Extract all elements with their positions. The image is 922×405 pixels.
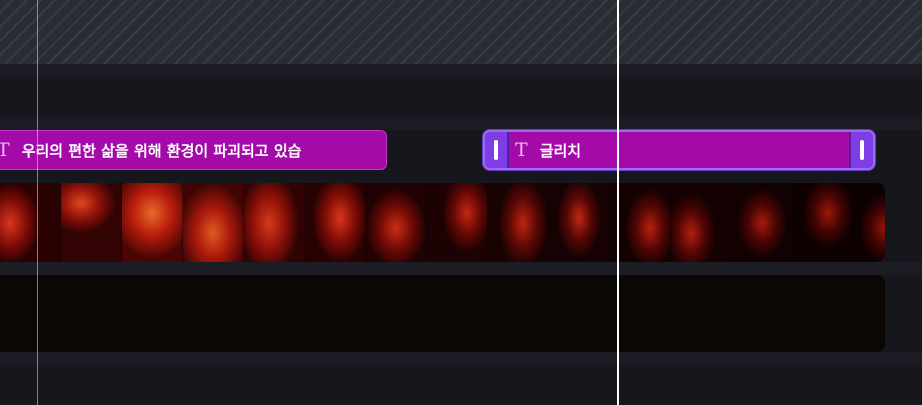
text-clip-label: 우리의 편한 삶을 위해 환경이 파괴되고 있습: [21, 141, 302, 160]
video-thumbnail: [61, 183, 122, 262]
snap-guide-line: [37, 0, 38, 405]
trim-handle-right[interactable]: [849, 132, 873, 168]
grip-icon: [494, 140, 498, 160]
video-thumbnail: [0, 183, 61, 262]
text-icon: T: [515, 139, 528, 161]
video-thumbnail: [671, 183, 732, 262]
video-thumbnail: [610, 183, 671, 262]
track-separator: [0, 117, 922, 130]
text-clip-label: 글리치: [539, 141, 582, 160]
text-clip-selected[interactable]: T 글리치: [483, 130, 875, 170]
video-thumbnail: [549, 183, 610, 262]
video-thumbnail: [305, 183, 366, 262]
track-separator: [0, 352, 922, 365]
video-thumbnail: [427, 183, 488, 262]
video-thumbnail: [183, 183, 244, 262]
grip-icon: [860, 140, 864, 160]
trim-handle-left[interactable]: [485, 132, 509, 168]
empty-track[interactable]: [0, 77, 922, 117]
text-icon: T: [0, 139, 10, 161]
timeline-ruler-area[interactable]: [0, 0, 922, 65]
text-clip[interactable]: T 우리의 편한 삶을 위해 환경이 파괴되고 있습: [0, 130, 387, 170]
video-thumbnail: [732, 183, 793, 262]
video-thumbnail: [854, 183, 885, 262]
playhead[interactable]: [617, 0, 619, 405]
video-thumbnail: [793, 183, 854, 262]
video-thumbnail: [122, 183, 183, 262]
video-thumbnail: [366, 183, 427, 262]
video-thumbnail: [244, 183, 305, 262]
track-separator: [0, 64, 922, 77]
video-thumbnail: [488, 183, 549, 262]
video-clip[interactable]: [0, 183, 885, 262]
track-separator: [0, 262, 922, 275]
audio-clip[interactable]: [0, 275, 885, 352]
